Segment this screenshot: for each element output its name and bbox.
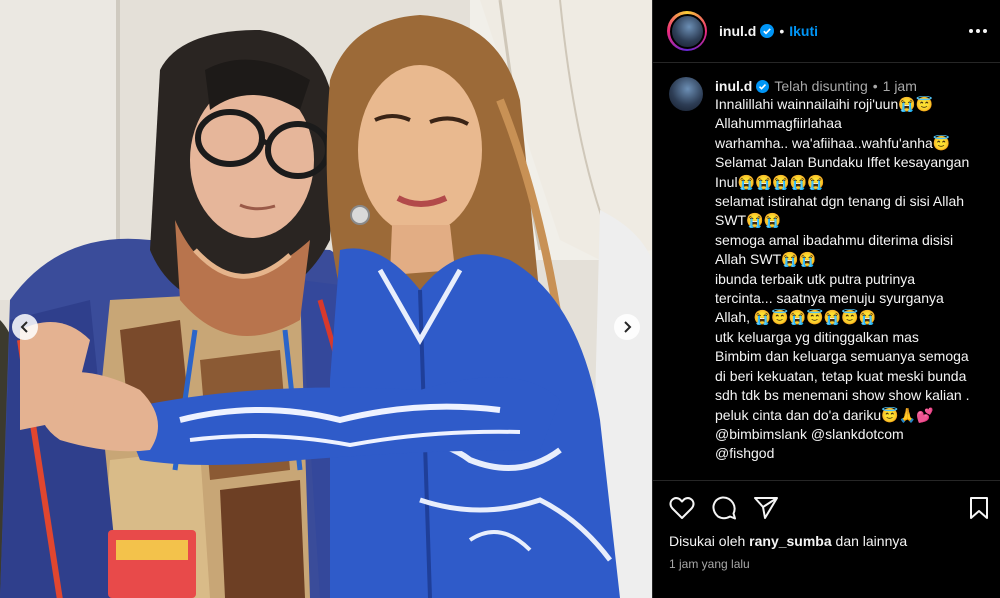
username-link[interactable]: inul.d: [719, 23, 756, 39]
post-caption: inul.d Telah disunting • 1 jam Innalilla…: [653, 63, 1000, 479]
comment-button[interactable]: [711, 495, 737, 521]
caption-line: di beri kekuatan, tetap kuat meski bunda: [715, 367, 967, 384]
caption-line: Innalillahi wainnailaihi roji'uun😭😇: [715, 96, 934, 112]
chevron-right-icon: [624, 321, 632, 333]
caption-line: Selamat Jalan Bundaku Iffet kesayangan: [715, 154, 970, 171]
chevron-left-icon: [20, 321, 28, 333]
comment-icon: [712, 496, 736, 520]
save-button[interactable]: [969, 496, 989, 520]
caption-line: Allah, 😭😇😭😇😭😇😭: [715, 309, 876, 326]
photo-illustration: [0, 0, 652, 598]
caption-line: peluk cinta dan do'a dariku😇🙏💕: [715, 406, 934, 423]
post-timestamp: 1 jam yang lalu: [669, 557, 750, 571]
caption-line: SWT😭😭: [715, 212, 781, 229]
post-time: 1 jam: [882, 78, 917, 94]
likes-prefix: Disukai oleh: [669, 533, 746, 549]
share-button[interactable]: [753, 496, 779, 520]
separator-dot: •: [779, 23, 785, 39]
post-header: inul.d • Ikuti: [653, 0, 1000, 63]
post-photo[interactable]: [0, 0, 652, 598]
caption-line: Allah SWT😭😭: [715, 251, 816, 268]
like-button[interactable]: [669, 496, 695, 520]
likes-suffix[interactable]: dan lainnya: [836, 533, 908, 549]
previous-photo-button[interactable]: [12, 314, 38, 340]
caption-line: Bimbim dan keluarga semuanya semoga: [715, 348, 969, 365]
mention-line[interactable]: @bimbimslank @slankdotcom: [715, 425, 991, 444]
verified-badge-icon: [760, 24, 775, 38]
liker-username[interactable]: rany_sumba: [749, 533, 831, 549]
separator-dot: •: [872, 78, 878, 94]
post-actions: Disukai oleh rany_sumba dan lainnya 1 ja…: [653, 480, 1000, 571]
caption-line: semoga amal ibadahmu diterima disisi: [715, 231, 954, 248]
heart-icon: [669, 497, 695, 519]
avatar[interactable]: [667, 11, 707, 51]
send-icon: [754, 497, 778, 519]
post-sidebar: inul.d • Ikuti inul.d Telah disunting •: [652, 0, 1000, 598]
caption-line: Inul😭😭😭😭😭: [715, 173, 825, 190]
caption-avatar[interactable]: [669, 77, 703, 111]
caption-text: Innalillahi wainnailaihi roji'uun😭😇 Alla…: [715, 95, 991, 464]
caption-line: sdh tdk bs menemani show show kalian .: [715, 387, 970, 404]
caption-line: warhamha.. wa'afiihaa..wahfu'anha😇: [715, 134, 951, 151]
caption-line: ibunda terbaik utk putra putrinya: [715, 270, 916, 287]
follow-button[interactable]: Ikuti: [789, 23, 818, 39]
edited-label: Telah disunting: [774, 78, 868, 94]
caption-line: utk keluarga yg ditinggalkan mas: [715, 328, 919, 345]
caption-line: selamat istirahat dgn tenang di sisi All…: [715, 193, 965, 210]
more-options-icon: [969, 29, 987, 33]
caption-username[interactable]: inul.d: [715, 77, 752, 95]
verified-badge-icon: [756, 79, 770, 93]
bookmark-icon: [970, 497, 988, 519]
mention-line[interactable]: @fishgod: [715, 444, 991, 463]
more-options-button[interactable]: [968, 28, 988, 34]
caption-line: Allahummagfiirlahaa: [715, 115, 842, 132]
caption-line: tercinta... saatnya menuju syurganya: [715, 290, 944, 307]
next-photo-button[interactable]: [614, 314, 640, 340]
likes-summary: Disukai oleh rany_sumba dan lainnya: [669, 533, 989, 549]
